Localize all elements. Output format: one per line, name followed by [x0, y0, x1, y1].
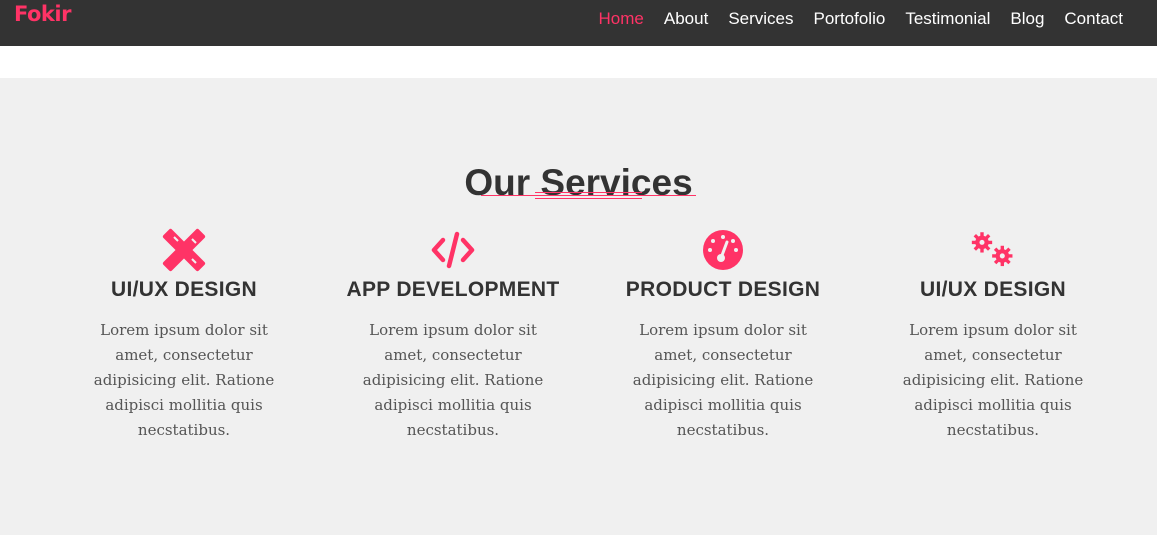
nav-contact-link[interactable]: Contact [1064, 9, 1123, 29]
service-card: PRODUCT DESIGN Lorem ipsum dolor sit ame… [613, 228, 833, 443]
gears-icon [971, 232, 1013, 267]
nav-home-link[interactable]: Home [599, 9, 644, 29]
service-title: PRODUCT DESIGN [625, 278, 821, 301]
pencil-ruler-icon [162, 228, 206, 272]
service-description: Lorem ipsum dolor sit amet, consectetur … [93, 321, 275, 439]
code-icon [431, 231, 475, 269]
service-description: Lorem ipsum dolor sit amet, consectetur … [632, 321, 814, 439]
service-card: APP DEVELOPMENT Lorem ipsum dolor sit am… [343, 228, 563, 443]
title-divider [481, 192, 696, 199]
service-title: APP DEVELOPMENT [346, 278, 560, 301]
nav-services-link[interactable]: Services [728, 9, 793, 29]
service-title: UI/UX DESIGN [920, 278, 1066, 301]
services-section: Our Services UI/UX DESIGN Lorem ipsum do… [0, 78, 1157, 535]
nav-blog-link[interactable]: Blog [1010, 9, 1044, 29]
tachometer-icon [703, 230, 743, 270]
navbar: Fokir Home About Services Portofolio Tes… [0, 0, 1157, 46]
service-title: UI/UX DESIGN [111, 278, 257, 301]
service-card: UI/UX DESIGN Lorem ipsum dolor sit amet,… [883, 228, 1103, 443]
brand-logo[interactable]: Fokir [14, 2, 71, 26]
service-description: Lorem ipsum dolor sit amet, consectetur … [362, 321, 544, 439]
nav-menu: Home About Services Portofolio Testimoni… [579, 9, 1123, 29]
nav-testimonial-link[interactable]: Testimonial [905, 9, 990, 29]
service-card: UI/UX DESIGN Lorem ipsum dolor sit amet,… [74, 228, 294, 443]
nav-about-link[interactable]: About [664, 9, 708, 29]
nav-portofolio-link[interactable]: Portofolio [814, 9, 886, 29]
service-description: Lorem ipsum dolor sit amet, consectetur … [902, 321, 1084, 439]
